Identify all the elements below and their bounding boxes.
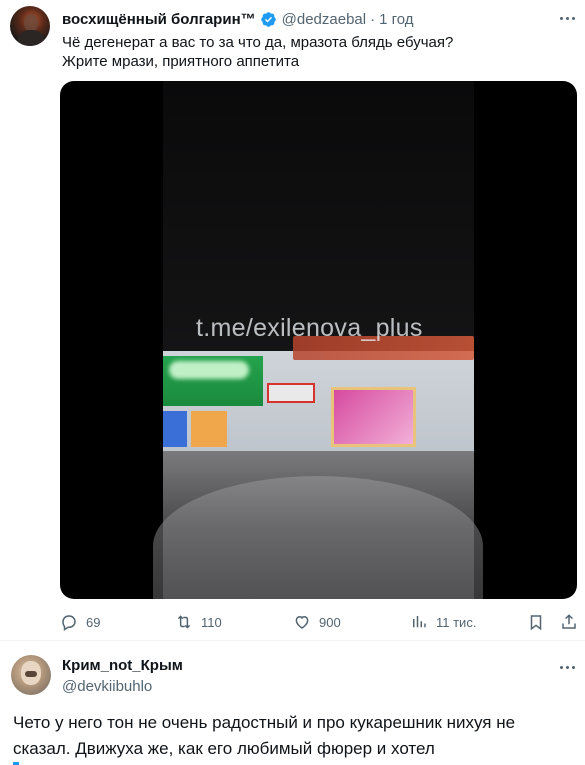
share-button[interactable] [560, 610, 578, 634]
reply-count: 69 [86, 614, 101, 630]
reply-text: Чето у него тон не очень радостный и про… [13, 710, 573, 762]
bookmark-icon [530, 615, 542, 631]
reply-text-line: Чето у него тон не очень радостный и про… [13, 713, 516, 732]
like-button[interactable]: 900 [293, 610, 341, 634]
verified-badge-icon [260, 11, 276, 27]
tweet-text-line: Жрите мрази, приятного аппетита [62, 53, 300, 70]
retweet-icon [177, 615, 191, 629]
like-count: 900 [319, 614, 341, 630]
retweet-button[interactable]: 110 [175, 610, 222, 634]
avatar[interactable] [11, 655, 51, 695]
tweet-actions: 69 110 900 11 тис. [60, 610, 580, 634]
reply-author-name[interactable]: Крим_not_Крым [62, 657, 183, 674]
bookmark-button[interactable] [527, 610, 545, 634]
reply-tweet[interactable]: Крим_not_Крым @devkiibuhlo Чето у него т… [0, 641, 585, 765]
views-count: 11 тис. [436, 614, 477, 630]
avatar-body [18, 30, 44, 46]
reply-button[interactable]: 69 [60, 610, 100, 634]
more-options-icon[interactable] [557, 657, 577, 677]
reply-author-handle[interactable]: @devkiibuhlo [62, 678, 152, 695]
heart-icon [295, 615, 309, 629]
video-player[interactable]: t.me/exilenova_plus [60, 81, 577, 599]
tweet-header: восхищённый болгарин™ @dedzaebal · 1 год [62, 9, 414, 29]
video-watermark: t.me/exilenova_plus [196, 314, 423, 342]
separator-dot: · [370, 10, 376, 28]
author-handle[interactable]: @dedzaebal [282, 11, 366, 28]
tweet[interactable]: восхищённый болгарин™ @dedzaebal · 1 год… [0, 0, 585, 640]
tweet-text: Чё дегенерат а вас то за что да, мразота… [62, 33, 572, 71]
tweet-text-line: Чё дегенерат а вас то за что да, мразота… [62, 34, 454, 51]
analytics-icon [413, 616, 426, 628]
author-name[interactable]: восхищённый болгарин™ [62, 11, 256, 28]
avatar[interactable] [10, 6, 50, 46]
retweet-count: 110 [201, 614, 222, 630]
more-options-icon[interactable] [557, 8, 577, 28]
views-button[interactable]: 11 тис. [410, 610, 476, 634]
reply-icon [62, 615, 76, 631]
avatar-detail [25, 671, 37, 677]
share-icon [562, 614, 576, 629]
timestamp[interactable]: 1 год [379, 11, 413, 28]
reply-text-line: сказал. Движуха же, как его любимый фюре… [13, 739, 435, 758]
